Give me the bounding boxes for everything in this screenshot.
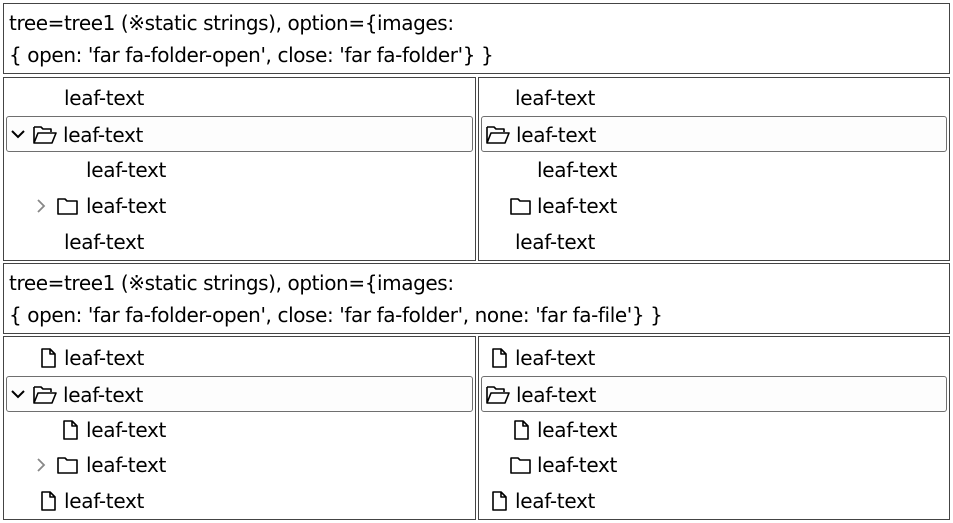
tree-node[interactable]: leaf-text <box>481 340 947 376</box>
folder-open-icon <box>32 377 57 413</box>
tree-node-selected[interactable]: leaf-text <box>481 376 947 412</box>
section1-caption: tree=tree1 (※static strings), option={im… <box>3 3 950 74</box>
tree-node-label: leaf-text <box>516 123 597 147</box>
tree-node-label: leaf-text <box>515 489 596 513</box>
tree-node[interactable]: leaf-text <box>481 447 947 483</box>
tree-node-label: leaf-text <box>537 453 618 477</box>
file-icon <box>38 340 60 376</box>
tree-node-label: leaf-text <box>86 158 167 182</box>
folder-icon <box>56 188 78 224</box>
tree-node[interactable]: leaf-text <box>6 412 473 448</box>
tree-node[interactable]: leaf-text <box>481 152 947 188</box>
caption-line-2: { open: 'far fa-folder-open', close: 'fa… <box>9 303 663 327</box>
tree-node-label: leaf-text <box>537 418 618 442</box>
tree-node-selected[interactable]: leaf-text <box>481 116 947 152</box>
tree-node-label: leaf-text <box>515 346 596 370</box>
tree-node[interactable]: leaf-text <box>481 412 947 448</box>
tree-node-label: leaf-text <box>64 489 145 513</box>
tree-node-label: leaf-text <box>537 158 618 182</box>
folder-open-icon <box>485 117 510 153</box>
file-icon <box>38 483 60 519</box>
tree-node-label: leaf-text <box>537 194 618 218</box>
tree-node-label: leaf-text <box>63 123 144 147</box>
tree-panel-2-left: leaf-text leaf-text leaf-text leaf-text … <box>3 336 476 520</box>
tree-node-selected[interactable]: leaf-text <box>6 116 473 152</box>
tree-node-label: leaf-text <box>64 230 145 254</box>
file-icon <box>489 340 511 376</box>
tree-node[interactable]: leaf-text <box>6 483 473 519</box>
caption-line-1: tree=tree1 (※static strings), option={im… <box>9 11 454 35</box>
tree-node-label: leaf-text <box>516 383 597 407</box>
folder-icon <box>56 447 78 483</box>
tree-node-label: leaf-text <box>86 453 167 477</box>
tree-node-label: leaf-text <box>63 383 144 407</box>
tree-node-label: leaf-text <box>86 418 167 442</box>
tree-node[interactable]: leaf-text <box>481 224 947 260</box>
tree-node[interactable]: leaf-text <box>481 483 947 519</box>
tree-node[interactable]: leaf-text <box>6 80 473 116</box>
caption-line-1: tree=tree1 (※static strings), option={im… <box>9 271 454 295</box>
folder-open-icon <box>485 377 510 413</box>
tree-node[interactable]: leaf-text <box>6 224 473 260</box>
tree-node-selected[interactable]: leaf-text <box>6 376 473 412</box>
tree-node[interactable]: leaf-text <box>6 340 473 376</box>
file-icon <box>489 483 511 519</box>
tree-node-label: leaf-text <box>515 230 596 254</box>
section2-caption: tree=tree1 (※static strings), option={im… <box>3 263 950 334</box>
file-icon <box>60 412 82 448</box>
tree-node[interactable]: leaf-text <box>481 188 947 224</box>
folder-icon <box>509 188 531 224</box>
chevron-right-icon[interactable] <box>32 447 50 483</box>
chevron-right-icon[interactable] <box>32 188 50 224</box>
tree-node[interactable]: leaf-text <box>6 188 473 224</box>
folder-icon <box>509 447 531 483</box>
file-icon <box>511 412 533 448</box>
chevron-down-icon[interactable] <box>9 117 27 153</box>
tree-panel-1-right: leaf-text leaf-text leaf-text leaf-text … <box>478 77 950 261</box>
caption-line-2: { open: 'far fa-folder-open', close: 'fa… <box>9 43 494 67</box>
tree-node-label: leaf-text <box>515 86 596 110</box>
chevron-down-icon[interactable] <box>9 377 27 413</box>
tree-node[interactable]: leaf-text <box>481 80 947 116</box>
tree-node-label: leaf-text <box>86 194 167 218</box>
tree-panel-1-left: leaf-text leaf-text leaf-text leaf-text … <box>3 77 476 261</box>
tree-node-label: leaf-text <box>64 86 145 110</box>
tree-node-label: leaf-text <box>64 346 145 370</box>
tree-panel-2-right: leaf-text leaf-text leaf-text leaf-text … <box>478 336 950 520</box>
folder-open-icon <box>32 117 57 153</box>
tree-node[interactable]: leaf-text <box>6 152 473 188</box>
tree-node[interactable]: leaf-text <box>6 447 473 483</box>
